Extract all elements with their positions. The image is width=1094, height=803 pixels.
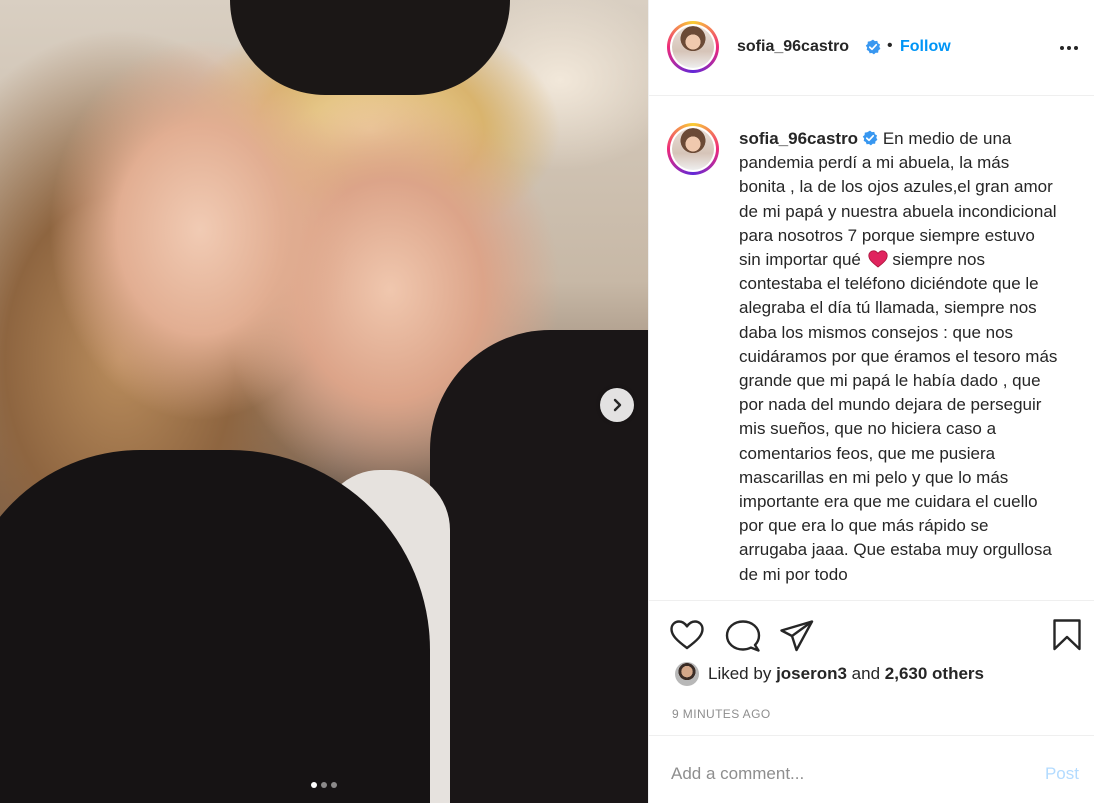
caption-avatar[interactable] — [667, 123, 719, 175]
likes-summary: Liked by joseron3 and 2,630 others — [675, 662, 984, 686]
carousel-next-button[interactable] — [600, 388, 634, 422]
verified-badge-icon — [862, 130, 878, 146]
carousel-dot-1 — [311, 782, 317, 788]
headscarf-shape — [230, 0, 510, 95]
verified-badge-icon — [865, 39, 881, 55]
caption-text: sofia_96castro En medio de una pandemia … — [739, 127, 1059, 587]
header-username[interactable]: sofia_96castro — [737, 38, 849, 56]
post-comment-button[interactable]: Post — [1045, 764, 1079, 784]
carousel-dot-3 — [331, 782, 337, 788]
red-heart-emoji — [868, 250, 888, 268]
liker-username[interactable]: joseron3 — [776, 664, 847, 683]
post-timestamp[interactable]: 9 MINUTES AGO — [672, 707, 771, 721]
caption-body: En medio de una pandemia perdí a mi abue… — [739, 129, 1057, 270]
bookmark-icon[interactable] — [1052, 618, 1082, 652]
comment-input[interactable] — [671, 762, 1011, 786]
likes-count-link[interactable]: 2,630 others — [885, 664, 984, 683]
dark-jacket-left — [0, 450, 430, 803]
liker-avatar[interactable] — [675, 662, 699, 686]
caption-section: sofia_96castro En medio de una pandemia … — [649, 97, 1094, 600]
comment-bar: Post — [649, 735, 1094, 803]
post-photo[interactable] — [0, 0, 648, 803]
likes-text: Liked by joseron3 and 2,630 others — [708, 664, 984, 684]
follow-button[interactable]: Follow — [900, 38, 951, 56]
comment-bubble-icon[interactable] — [725, 619, 761, 653]
carousel-indicator — [0, 782, 648, 788]
post-header: sofia_96castro • Follow — [649, 0, 1094, 96]
separator-dot: • — [887, 37, 893, 54]
liked-by-prefix: Liked by — [708, 664, 772, 683]
paper-plane-icon[interactable] — [779, 619, 815, 653]
caption-body-continued: siempre nos contestaba el teléfono dicié… — [739, 250, 1058, 584]
caption-username[interactable]: sofia_96castro — [739, 129, 858, 148]
more-options-icon[interactable] — [1057, 38, 1081, 58]
chevron-right-icon — [613, 398, 622, 412]
liked-by-and: and — [851, 664, 881, 683]
carousel-dot-2 — [321, 782, 327, 788]
avatar[interactable] — [667, 21, 719, 73]
post-side-panel: sofia_96castro • Follow sofia_96castro E… — [648, 0, 1094, 803]
heart-outline-icon[interactable] — [669, 619, 705, 651]
